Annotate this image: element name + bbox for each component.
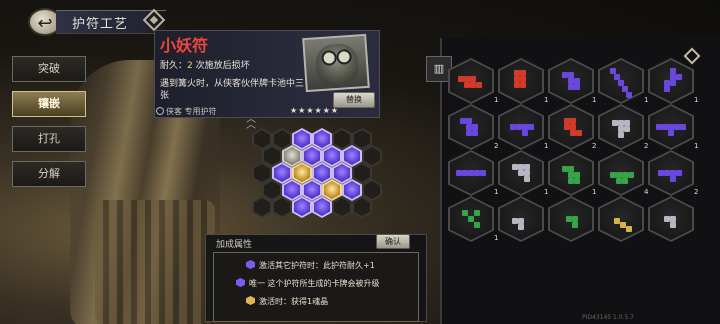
gem-count: 1 — [644, 96, 649, 104]
durability-label: 耐久： — [160, 61, 188, 71]
gem-cell — [664, 86, 670, 92]
statue-base — [95, 200, 215, 324]
gem-cell — [474, 210, 480, 216]
gem-count: 2 — [592, 142, 597, 150]
purple-gem-icon — [236, 278, 245, 287]
gem-cell — [468, 216, 474, 222]
talisman-portrait — [302, 33, 370, 93]
gem-cell — [626, 92, 632, 98]
gem-cell — [676, 170, 682, 176]
gem-cell — [480, 170, 486, 176]
gem-cell — [626, 226, 632, 232]
gem-count: 2 — [694, 188, 699, 196]
side-menu: 突破 镶嵌 打孔 分解 — [12, 56, 86, 196]
gem-cell — [670, 222, 676, 228]
gem-count: 1 — [592, 188, 597, 196]
durability-line: 耐久：2 次施放后损坏 — [160, 58, 250, 71]
effect-line-1: 遇到篝火时，从侠客伙伴牌卡池中三 — [160, 79, 305, 89]
gem-cell — [472, 130, 478, 136]
bonus-title: 加成属性 — [216, 240, 253, 250]
gem-count: 1 — [494, 96, 499, 104]
gem-cell — [520, 82, 526, 88]
gem-cell — [524, 176, 530, 182]
menu-inlay[interactable]: 镶嵌 — [12, 91, 86, 117]
bonus-row: 激活其它护符时：此护符耐久+1 — [246, 260, 375, 271]
menu-breakthrough[interactable]: 突破 — [12, 56, 86, 82]
gem-cell — [574, 178, 580, 184]
confirm-button[interactable]: 确认 — [376, 234, 410, 249]
gem-cell — [522, 130, 528, 136]
gem-count: 1 — [694, 96, 699, 104]
durability-value: 2 — [187, 61, 193, 71]
gem-cell — [680, 124, 686, 130]
effect-line-2: 张 — [160, 91, 170, 101]
gem-cell — [528, 124, 534, 130]
gem-cell — [618, 132, 624, 138]
menu-punch[interactable]: 打孔 — [12, 126, 86, 152]
gem-cell — [462, 210, 468, 216]
gem-cell — [676, 74, 682, 80]
gem-cell — [518, 224, 524, 230]
gem-cell — [572, 222, 578, 228]
back-arrow-icon: ↩ — [37, 13, 53, 34]
class-icon — [156, 107, 164, 115]
replace-button[interactable]: 替换 — [333, 92, 375, 108]
gem-count: 2 — [494, 142, 499, 150]
gem-count: 1 — [544, 188, 549, 196]
version-text: PID43145 1.0.5.7 — [582, 314, 634, 321]
gem-cell — [474, 222, 480, 228]
gem-cell — [670, 176, 676, 182]
gem-cell — [576, 130, 582, 136]
gem-cell — [574, 84, 580, 90]
bonus-row: 唯一 这个护符所生成的卡牌会被升级 — [236, 278, 380, 289]
gem-cell — [622, 178, 628, 184]
gold-gem-icon — [246, 296, 255, 305]
rarity-stars: ★★★★★★ — [290, 106, 340, 115]
gem-count: 1 — [494, 234, 499, 242]
gem-count: 4 — [644, 188, 649, 196]
bonus-row: 激活时：获得1魂晶 — [246, 296, 328, 307]
gem-count: 2 — [644, 142, 649, 150]
talisman-name: 小妖符 — [160, 36, 209, 55]
gem-count: 1 — [544, 96, 549, 104]
gem-count: 1 — [592, 96, 597, 104]
gem-cell — [624, 126, 630, 132]
purple-gem-icon — [246, 260, 255, 269]
menu-decompose[interactable]: 分解 — [12, 161, 86, 187]
toad-demon-icon — [314, 42, 360, 86]
durability-text: 次施放后损坏 — [195, 61, 250, 71]
hex-socket-board — [252, 128, 392, 238]
gem-cell — [628, 172, 634, 178]
gem-cell — [668, 130, 674, 136]
owner-tag: 侠客 专用护符 — [156, 106, 217, 117]
gem-cell — [476, 82, 482, 88]
gem-count: 1 — [544, 142, 549, 150]
page-title: 护符工艺 — [72, 17, 129, 32]
gem-count: 1 — [694, 142, 699, 150]
gem-cell — [670, 80, 676, 86]
gem-count: 1 — [494, 188, 499, 196]
